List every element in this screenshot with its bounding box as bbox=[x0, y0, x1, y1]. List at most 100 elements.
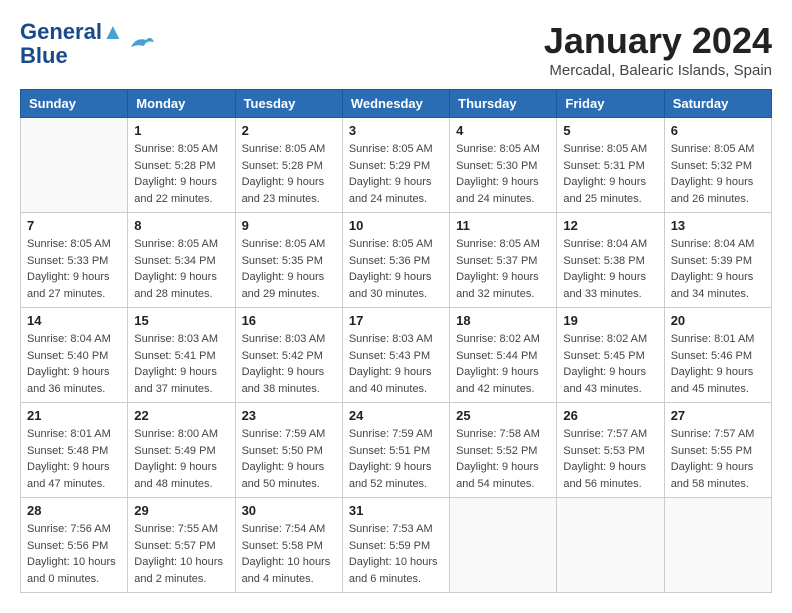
day-detail: Sunrise: 8:03 AMSunset: 5:41 PMDaylight:… bbox=[134, 331, 228, 397]
day-detail: Sunrise: 8:03 AMSunset: 5:43 PMDaylight:… bbox=[349, 331, 443, 397]
day-number: 20 bbox=[671, 313, 765, 328]
calendar-week-row: 14Sunrise: 8:04 AMSunset: 5:40 PMDayligh… bbox=[21, 308, 772, 403]
day-detail: Sunrise: 8:05 AMSunset: 5:37 PMDaylight:… bbox=[456, 236, 550, 302]
calendar-day-cell: 4Sunrise: 8:05 AMSunset: 5:30 PMDaylight… bbox=[450, 118, 557, 213]
day-number: 8 bbox=[134, 218, 228, 233]
day-number: 18 bbox=[456, 313, 550, 328]
title-block: January 2024 Mercadal, Balearic Islands,… bbox=[544, 20, 772, 79]
calendar-day-cell: 22 Sunrise: 8:00 AMSunset: 5:49 PMDayligh… bbox=[128, 403, 235, 498]
day-detail: Sunrise: 8:05 AMSunset: 5:31 PMDaylight:… bbox=[563, 141, 657, 207]
calendar-day-cell: 19 Sunrise: 8:02 AMSunset: 5:45 PMDayligh… bbox=[557, 308, 664, 403]
calendar-day-cell: 25Sunrise: 7:58 AMSunset: 5:52 PMDayligh… bbox=[450, 403, 557, 498]
day-detail: Sunrise: 8:05 AMSunset: 5:32 PMDaylight:… bbox=[671, 141, 765, 207]
calendar-day-cell: 3Sunrise: 8:05 AMSunset: 5:29 PMDaylight… bbox=[342, 118, 449, 213]
logo: General▲Blue bbox=[20, 20, 156, 68]
calendar-day-cell: 31Sunrise: 7:53 AMSunset: 5:59 PMDayligh… bbox=[342, 498, 449, 593]
calendar-day-cell: 14Sunrise: 8:04 AMSunset: 5:40 PMDayligh… bbox=[21, 308, 128, 403]
weekday-header: Friday bbox=[557, 90, 664, 118]
weekday-header: Monday bbox=[128, 90, 235, 118]
calendar-day-cell: 7 Sunrise: 8:05 AMSunset: 5:33 PMDaylight… bbox=[21, 213, 128, 308]
calendar-day-cell: 28 Sunrise: 7:56 AMSunset: 5:56 PMDayligh… bbox=[21, 498, 128, 593]
calendar-day-cell: 18 Sunrise: 8:02 AMSunset: 5:44 PMDayligh… bbox=[450, 308, 557, 403]
day-number: 7 bbox=[27, 218, 121, 233]
calendar-day-cell: 21 Sunrise: 8:01 AMSunset: 5:48 PMDayligh… bbox=[21, 403, 128, 498]
day-number: 10 bbox=[349, 218, 443, 233]
calendar-day-cell bbox=[664, 498, 771, 593]
calendar-day-cell: 26Sunrise: 7:57 AMSunset: 5:53 PMDayligh… bbox=[557, 403, 664, 498]
day-detail: Sunrise: 7:56 AMSunset: 5:56 PMDaylight:… bbox=[27, 521, 121, 587]
calendar-day-cell: 30 Sunrise: 7:54 AMSunset: 5:58 PMDayligh… bbox=[235, 498, 342, 593]
day-number: 22 bbox=[134, 408, 228, 423]
day-number: 28 bbox=[27, 503, 121, 518]
day-number: 26 bbox=[563, 408, 657, 423]
weekday-header: Thursday bbox=[450, 90, 557, 118]
day-detail: Sunrise: 7:59 AMSunset: 5:51 PMDaylight:… bbox=[349, 426, 443, 492]
calendar-day-cell: 5 Sunrise: 8:05 AMSunset: 5:31 PMDaylight… bbox=[557, 118, 664, 213]
logo-text: General▲Blue bbox=[20, 20, 124, 68]
location: Mercadal, Balearic Islands, Spain bbox=[544, 62, 772, 79]
weekday-header: Wednesday bbox=[342, 90, 449, 118]
day-detail: Sunrise: 8:05 AMSunset: 5:28 PMDaylight:… bbox=[134, 141, 228, 207]
day-number: 2 bbox=[242, 123, 336, 138]
day-number: 6 bbox=[671, 123, 765, 138]
calendar-day-cell bbox=[450, 498, 557, 593]
calendar-day-cell: 27 Sunrise: 7:57 AMSunset: 5:55 PMDayligh… bbox=[664, 403, 771, 498]
day-detail: Sunrise: 8:01 AMSunset: 5:46 PMDaylight:… bbox=[671, 331, 765, 397]
calendar-day-cell: 1 Sunrise: 8:05 AMSunset: 5:28 PMDaylight… bbox=[128, 118, 235, 213]
day-number: 13 bbox=[671, 218, 765, 233]
calendar-day-cell: 11Sunrise: 8:05 AMSunset: 5:37 PMDayligh… bbox=[450, 213, 557, 308]
day-detail: Sunrise: 8:00 AMSunset: 5:49 PMDaylight:… bbox=[134, 426, 228, 492]
day-detail: Sunrise: 7:57 AMSunset: 5:55 PMDaylight:… bbox=[671, 426, 765, 492]
day-detail: Sunrise: 7:55 AMSunset: 5:57 PMDaylight:… bbox=[134, 521, 228, 587]
calendar-day-cell bbox=[557, 498, 664, 593]
calendar-day-cell: 12 Sunrise: 8:04 AMSunset: 5:38 PMDayligh… bbox=[557, 213, 664, 308]
day-number: 19 bbox=[563, 313, 657, 328]
day-number: 3 bbox=[349, 123, 443, 138]
calendar-day-cell: 24 Sunrise: 7:59 AMSunset: 5:51 PMDayligh… bbox=[342, 403, 449, 498]
calendar-week-row: 28 Sunrise: 7:56 AMSunset: 5:56 PMDayligh… bbox=[21, 498, 772, 593]
day-detail: Sunrise: 8:02 AMSunset: 5:44 PMDaylight:… bbox=[456, 331, 550, 397]
logo-bird-icon bbox=[126, 32, 156, 57]
day-number: 9 bbox=[242, 218, 336, 233]
day-detail: Sunrise: 8:05 AMSunset: 5:33 PMDaylight:… bbox=[27, 236, 121, 302]
day-detail: Sunrise: 7:54 AMSunset: 5:58 PMDaylight:… bbox=[242, 521, 336, 587]
calendar-header-row: SundayMondayTuesdayWednesdayThursdayFrid… bbox=[21, 90, 772, 118]
day-number: 29 bbox=[134, 503, 228, 518]
calendar-day-cell: 10 Sunrise: 8:05 AMSunset: 5:36 PMDayligh… bbox=[342, 213, 449, 308]
day-number: 21 bbox=[27, 408, 121, 423]
calendar-day-cell: 2 Sunrise: 8:05 AMSunset: 5:28 PMDaylight… bbox=[235, 118, 342, 213]
day-detail: Sunrise: 8:04 AMSunset: 5:38 PMDaylight:… bbox=[563, 236, 657, 302]
weekday-header: Tuesday bbox=[235, 90, 342, 118]
calendar-day-cell: 9 Sunrise: 8:05 AMSunset: 5:35 PMDaylight… bbox=[235, 213, 342, 308]
day-number: 30 bbox=[242, 503, 336, 518]
day-number: 12 bbox=[563, 218, 657, 233]
calendar-table: SundayMondayTuesdayWednesdayThursdayFrid… bbox=[20, 89, 772, 593]
day-number: 27 bbox=[671, 408, 765, 423]
day-number: 24 bbox=[349, 408, 443, 423]
day-number: 31 bbox=[349, 503, 443, 518]
month-title: January 2024 bbox=[544, 20, 772, 62]
day-number: 16 bbox=[242, 313, 336, 328]
day-detail: Sunrise: 8:02 AMSunset: 5:45 PMDaylight:… bbox=[563, 331, 657, 397]
day-detail: Sunrise: 8:04 AMSunset: 5:40 PMDaylight:… bbox=[27, 331, 121, 397]
day-detail: Sunrise: 8:05 AMSunset: 5:36 PMDaylight:… bbox=[349, 236, 443, 302]
calendar-week-row: 7 Sunrise: 8:05 AMSunset: 5:33 PMDaylight… bbox=[21, 213, 772, 308]
day-number: 4 bbox=[456, 123, 550, 138]
day-number: 5 bbox=[563, 123, 657, 138]
calendar-day-cell: 23Sunrise: 7:59 AMSunset: 5:50 PMDayligh… bbox=[235, 403, 342, 498]
calendar-day-cell: 17Sunrise: 8:03 AMSunset: 5:43 PMDayligh… bbox=[342, 308, 449, 403]
day-number: 25 bbox=[456, 408, 550, 423]
day-detail: Sunrise: 8:03 AMSunset: 5:42 PMDaylight:… bbox=[242, 331, 336, 397]
day-detail: Sunrise: 8:05 AMSunset: 5:28 PMDaylight:… bbox=[242, 141, 336, 207]
day-number: 15 bbox=[134, 313, 228, 328]
day-number: 1 bbox=[134, 123, 228, 138]
day-detail: Sunrise: 8:05 AMSunset: 5:35 PMDaylight:… bbox=[242, 236, 336, 302]
day-detail: Sunrise: 8:04 AMSunset: 5:39 PMDaylight:… bbox=[671, 236, 765, 302]
calendar-week-row: 1 Sunrise: 8:05 AMSunset: 5:28 PMDaylight… bbox=[21, 118, 772, 213]
calendar-day-cell: 20 Sunrise: 8:01 AMSunset: 5:46 PMDayligh… bbox=[664, 308, 771, 403]
calendar-day-cell: 8Sunrise: 8:05 AMSunset: 5:34 PMDaylight… bbox=[128, 213, 235, 308]
day-detail: Sunrise: 8:01 AMSunset: 5:48 PMDaylight:… bbox=[27, 426, 121, 492]
calendar-week-row: 21 Sunrise: 8:01 AMSunset: 5:48 PMDayligh… bbox=[21, 403, 772, 498]
calendar-day-cell: 6 Sunrise: 8:05 AMSunset: 5:32 PMDaylight… bbox=[664, 118, 771, 213]
calendar-day-cell: 13 Sunrise: 8:04 AMSunset: 5:39 PMDayligh… bbox=[664, 213, 771, 308]
